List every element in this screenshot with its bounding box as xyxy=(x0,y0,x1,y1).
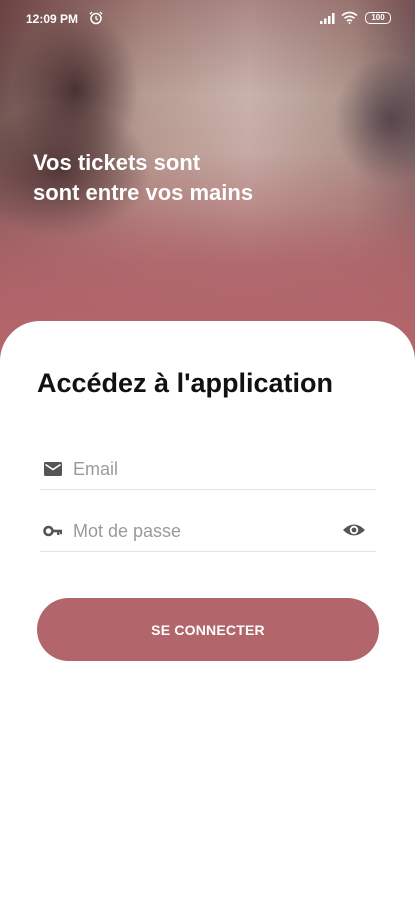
login-screen: 12:09 PM 100 Vos tickets sont sont entre… xyxy=(0,0,415,900)
signal-icon xyxy=(320,13,335,24)
status-bar: 12:09 PM 100 xyxy=(0,0,415,36)
hero-tagline-line-2: sont entre vos mains xyxy=(33,180,254,205)
key-icon xyxy=(43,525,62,537)
eye-icon[interactable] xyxy=(342,520,366,540)
mail-icon xyxy=(44,462,62,476)
hero-tagline: Vos tickets sont sont entre vos mains xyxy=(33,148,353,208)
alarm-icon xyxy=(89,11,103,25)
status-time: 12:09 PM xyxy=(26,12,79,26)
email-input[interactable] xyxy=(73,455,333,483)
password-field xyxy=(40,511,376,552)
password-input[interactable] xyxy=(73,517,333,545)
email-field xyxy=(40,449,376,490)
login-button[interactable]: SE CONNECTER xyxy=(37,598,379,661)
wifi-icon xyxy=(341,11,358,24)
page-title: Accédez à l'application xyxy=(37,368,334,398)
battery-icon: 100 xyxy=(365,12,391,24)
login-card: Accédez à l'application SE CONNECTER xyxy=(0,321,415,900)
hero-tagline-line-1: Vos tickets sont xyxy=(33,150,201,175)
